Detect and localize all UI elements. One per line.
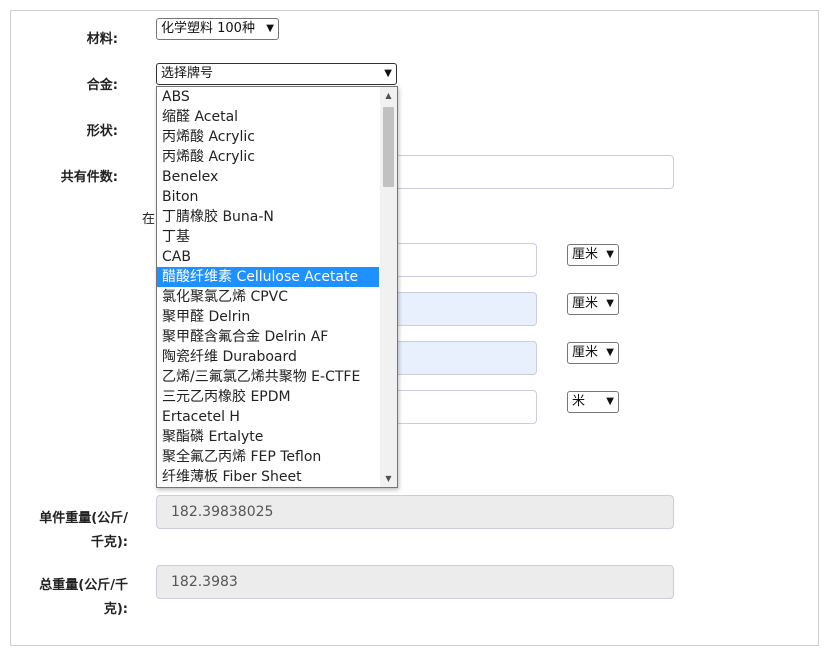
alloy-select[interactable]: 选择牌号 ▼ — [156, 63, 397, 85]
alloy-dropdown-list[interactable]: ABS 缩醛 Acetal 丙烯酸 Acrylic 丙烯酸 Acrylic Benele… — [156, 86, 398, 488]
chevron-down-icon: ▼ — [384, 68, 392, 79]
total-weight-field: 182.3983 — [156, 565, 674, 599]
unit-select-1[interactable]: 厘米 ▼ — [567, 244, 619, 266]
unit-weight-label-line1: 单件重量(公斤/ — [39, 511, 128, 526]
unit-select-3-value: 厘米 — [572, 345, 599, 360]
count-label: 共有件数: — [60, 170, 118, 185]
dropdown-option[interactable]: 聚酯磷 Ertalyte — [157, 427, 379, 447]
dropdown-option[interactable]: CAB — [157, 247, 379, 267]
dropdown-option[interactable]: 乙烯/三氟氯乙烯共聚物 E-CTFE — [157, 367, 379, 387]
unit-select-2[interactable]: 厘米 ▼ — [567, 293, 619, 315]
dropdown-option[interactable]: 丙烯酸 Acrylic — [157, 127, 379, 147]
shape-label: 形状: — [86, 124, 118, 139]
total-weight-label: 总重量(公斤/千 克): — [20, 574, 128, 622]
alloy-label: 合金: — [86, 78, 118, 93]
unit-select-3[interactable]: 厘米 ▼ — [567, 342, 619, 364]
dropdown-option[interactable]: 醋酸纤维素 Cellulose Acetate — [157, 267, 379, 287]
unit-select-2-value: 厘米 — [572, 296, 599, 311]
dropdown-scrollbar[interactable]: ▲ ▼ — [380, 87, 397, 487]
chevron-down-icon: ▼ — [606, 396, 614, 407]
dropdown-option[interactable]: Benelex — [157, 167, 379, 187]
total-weight-label-line2: 克): — [103, 602, 128, 617]
dropdown-option[interactable]: 缩醛 Acetal — [157, 107, 379, 127]
unit-select-1-value: 厘米 — [572, 247, 599, 262]
dropdown-option[interactable]: Biton — [157, 187, 379, 207]
dropdown-option[interactable]: 丁腈橡胶 Buna-N — [157, 207, 379, 227]
dropdown-option[interactable]: 聚全氟乙丙烯 FEP Teflon — [157, 447, 379, 467]
unit-select-4-value: 米 — [572, 394, 586, 409]
dropdown-option[interactable]: ABS — [157, 87, 379, 107]
material-select[interactable]: 化学塑料 100种 ▼ — [156, 18, 279, 40]
dropdown-option[interactable]: 聚甲醛 Delrin — [157, 307, 379, 327]
dropdown-option[interactable]: 丙烯酸 Acrylic — [157, 147, 379, 167]
dropdown-option[interactable]: Ertacetel H — [157, 407, 379, 427]
form-frame — [10, 10, 819, 646]
dropdown-option[interactable]: 氯化聚氯乙烯 CPVC — [157, 287, 379, 307]
alloy-select-value: 选择牌号 — [161, 66, 214, 81]
chevron-down-icon: ▼ — [266, 23, 274, 34]
chevron-down-icon: ▼ — [606, 347, 614, 358]
chevron-down-icon: ▼ — [606, 249, 614, 260]
chevron-down-icon: ▼ — [606, 298, 614, 309]
unit-weight-label: 单件重量(公斤/ 千克): — [20, 507, 128, 555]
unit-weight-label-line2: 千克): — [90, 535, 128, 550]
scroll-up-icon[interactable]: ▲ — [380, 87, 397, 104]
dropdown-option[interactable]: 纤维薄板 Fiber Sheet — [157, 467, 379, 487]
dropdown-option[interactable]: 三元乙丙橡胶 EPDM — [157, 387, 379, 407]
partial-text: 在 — [142, 212, 156, 227]
unit-weight-field: 182.39838025 — [156, 495, 674, 529]
scrollbar-thumb[interactable] — [383, 107, 394, 187]
scroll-down-icon[interactable]: ▼ — [380, 470, 397, 487]
unit-select-4[interactable]: 米 ▼ — [567, 391, 619, 413]
material-select-value: 化学塑料 100种 — [161, 21, 255, 36]
material-label: 材料: — [86, 32, 118, 47]
total-weight-label-line1: 总重量(公斤/千 — [39, 578, 128, 593]
dropdown-option[interactable]: 丁基 — [157, 227, 379, 247]
dropdown-options: ABS 缩醛 Acetal 丙烯酸 Acrylic 丙烯酸 Acrylic Benele… — [157, 87, 397, 487]
dropdown-option[interactable]: 聚甲醛含氟合金 Delrin AF — [157, 327, 379, 347]
dropdown-option[interactable]: 陶瓷纤维 Duraboard — [157, 347, 379, 367]
